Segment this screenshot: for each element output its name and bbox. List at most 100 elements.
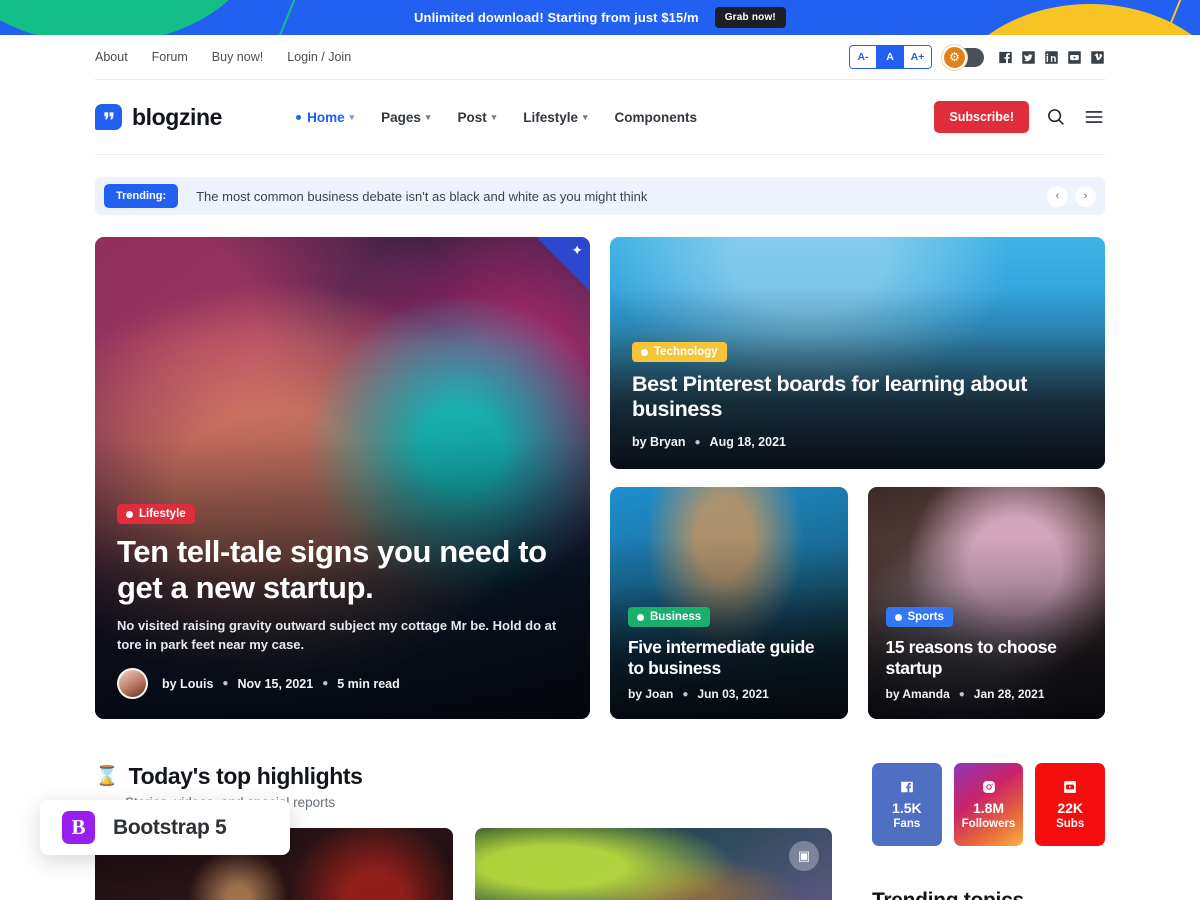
main-navigation: blogzine Home ▾ Pages ▾ Post ▾ Lifestyle…	[95, 80, 1105, 155]
gear-icon: ⚙	[942, 45, 967, 70]
decorative-yellow-blob	[940, 4, 1200, 35]
utility-link-forum[interactable]: Forum	[152, 50, 188, 64]
nav-item-components[interactable]: Components	[615, 110, 698, 125]
nav-item-post-label: Post	[457, 110, 486, 125]
trending-prev-button[interactable]: ‹	[1047, 186, 1068, 207]
post-card-sports[interactable]: Sports 15 reasons to choose startup by A…	[868, 487, 1106, 719]
post-meta-sports: by Amanda ● Jan 28, 2021	[886, 687, 1088, 701]
category-badge-label: Lifestyle	[139, 508, 186, 520]
post-author-business[interactable]: by Joan	[628, 687, 673, 701]
meta-separator: ●	[682, 689, 688, 700]
utility-social-links	[998, 50, 1105, 65]
meta-separator: ●	[222, 678, 228, 689]
utility-bar: About Forum Buy now! Login / Join A- A A…	[95, 35, 1105, 80]
nav-item-pages[interactable]: Pages ▾	[381, 110, 430, 125]
stat-label-facebook: Fans	[893, 818, 920, 830]
small-posts-row: Business Five intermediate guide to busi…	[610, 487, 1105, 719]
featured-post-author[interactable]: by Louis	[162, 677, 213, 691]
post-card-business[interactable]: Business Five intermediate guide to busi…	[610, 487, 848, 719]
subscribe-button[interactable]: Subscribe!	[934, 101, 1029, 133]
post-author-sports[interactable]: by Amanda	[886, 687, 950, 701]
post-meta-business: by Joan ● Jun 03, 2021	[628, 687, 830, 701]
stat-value-facebook: 1.5K	[892, 800, 922, 816]
stat-box-youtube[interactable]: 22K Subs	[1035, 763, 1105, 846]
category-badge-business[interactable]: Business	[628, 607, 710, 627]
decorative-green-line	[275, 0, 303, 35]
category-badge-technology[interactable]: Technology	[632, 342, 727, 362]
stat-box-facebook[interactable]: 1.5K Fans	[872, 763, 942, 846]
grab-now-button[interactable]: Grab now!	[715, 7, 786, 28]
featured-post-meta: by Louis ● Nov 15, 2021 ● 5 min read	[117, 668, 568, 699]
category-badge-label: Sports	[908, 611, 944, 623]
brand-logo[interactable]: blogzine	[95, 104, 222, 131]
nav-item-lifestyle[interactable]: Lifestyle ▾	[523, 110, 587, 125]
bootstrap-label: Bootstrap 5	[113, 816, 226, 840]
featured-post-title: Ten tell-tale signs you need to get a ne…	[117, 534, 568, 606]
facebook-icon[interactable]	[998, 50, 1013, 65]
bootstrap-badge-overlay: B Bootstrap 5	[40, 800, 290, 855]
sidebar-column: 1.5K Fans 1.8M Followers 22K Subs Trendi…	[872, 763, 1105, 900]
post-meta-technology: by Bryan ● Aug 18, 2021	[632, 435, 1083, 449]
active-dot-icon	[296, 115, 301, 120]
nav-item-post[interactable]: Post ▾	[457, 110, 496, 125]
trending-headline[interactable]: The most common business debate isn't as…	[196, 189, 647, 204]
trending-topics-title: Trending topics	[872, 889, 1105, 900]
font-size-increase[interactable]: A+	[904, 46, 931, 68]
vimeo-icon[interactable]	[1090, 50, 1105, 65]
promo-banner: Unlimited download! Starting from just $…	[0, 0, 1200, 35]
featured-posts-grid: ✦ Lifestyle Ten tell-tale signs you need…	[95, 237, 1105, 719]
twitter-icon[interactable]	[1021, 50, 1036, 65]
chevron-down-icon: ▾	[583, 112, 588, 123]
stat-label-youtube: Subs	[1056, 818, 1084, 830]
linkedin-icon[interactable]	[1044, 50, 1059, 65]
trending-bar: Trending: The most common business debat…	[95, 177, 1105, 215]
trending-tag[interactable]: Trending:	[104, 184, 178, 208]
bookmark-ribbon[interactable]: ✦	[536, 237, 590, 291]
theme-toggle[interactable]: ⚙	[946, 48, 984, 67]
nav-item-components-label: Components	[615, 110, 698, 125]
meta-separator: ●	[959, 689, 965, 700]
chevron-down-icon: ▾	[426, 112, 431, 123]
category-badge-sports[interactable]: Sports	[886, 607, 953, 627]
utility-links: About Forum Buy now! Login / Join	[95, 50, 351, 64]
post-card-technology[interactable]: Technology Best Pinterest boards for lea…	[610, 237, 1105, 469]
post-author-technology[interactable]: by Bryan	[632, 435, 686, 449]
hamburger-icon[interactable]	[1083, 106, 1105, 128]
font-size-control[interactable]: A- A A+	[849, 45, 932, 69]
highlights-title: Today's top highlights	[129, 763, 363, 790]
nav-item-home[interactable]: Home ▾	[296, 110, 354, 125]
meta-separator: ●	[695, 437, 701, 448]
category-badge-label: Technology	[654, 346, 718, 358]
search-icon[interactable]	[1045, 106, 1067, 128]
chevron-down-icon: ▾	[492, 112, 497, 123]
post-title-sports: 15 reasons to choose startup	[886, 637, 1088, 678]
font-size-decrease[interactable]: A-	[850, 46, 877, 68]
nav-item-home-label: Home	[307, 110, 345, 125]
badge-dot-icon	[126, 511, 133, 518]
badge-dot-icon	[895, 614, 902, 621]
utility-link-about[interactable]: About	[95, 50, 128, 64]
font-size-normal[interactable]: A	[877, 46, 904, 68]
nav-item-pages-label: Pages	[381, 110, 421, 125]
stat-label-instagram: Followers	[962, 818, 1016, 830]
nav-links: Home ▾ Pages ▾ Post ▾ Lifestyle ▾ Compon…	[296, 110, 697, 125]
chevron-down-icon: ▾	[350, 112, 355, 123]
utility-link-buy-now[interactable]: Buy now!	[212, 50, 263, 64]
featured-post-excerpt: No visited raising gravity outward subje…	[117, 617, 557, 655]
featured-post-readtime: 5 min read	[337, 677, 400, 691]
stat-value-youtube: 22K	[1057, 800, 1083, 816]
youtube-icon	[1063, 780, 1077, 794]
avatar	[117, 668, 148, 699]
post-date-sports: Jan 28, 2021	[974, 687, 1045, 701]
highlight-thumbnail-2[interactable]: ▣	[475, 828, 833, 900]
stat-box-instagram[interactable]: 1.8M Followers	[954, 763, 1024, 846]
featured-post-card[interactable]: ✦ Lifestyle Ten tell-tale signs you need…	[95, 237, 590, 719]
instagram-icon	[982, 780, 996, 794]
quote-bubble-icon	[95, 104, 122, 130]
facebook-icon	[900, 780, 914, 794]
utility-link-login-join[interactable]: Login / Join	[287, 50, 351, 64]
category-badge-lifestyle[interactable]: Lifestyle	[117, 504, 195, 524]
youtube-icon[interactable]	[1067, 50, 1082, 65]
trending-next-button[interactable]: ›	[1075, 186, 1096, 207]
star-icon: ✦	[571, 243, 583, 257]
